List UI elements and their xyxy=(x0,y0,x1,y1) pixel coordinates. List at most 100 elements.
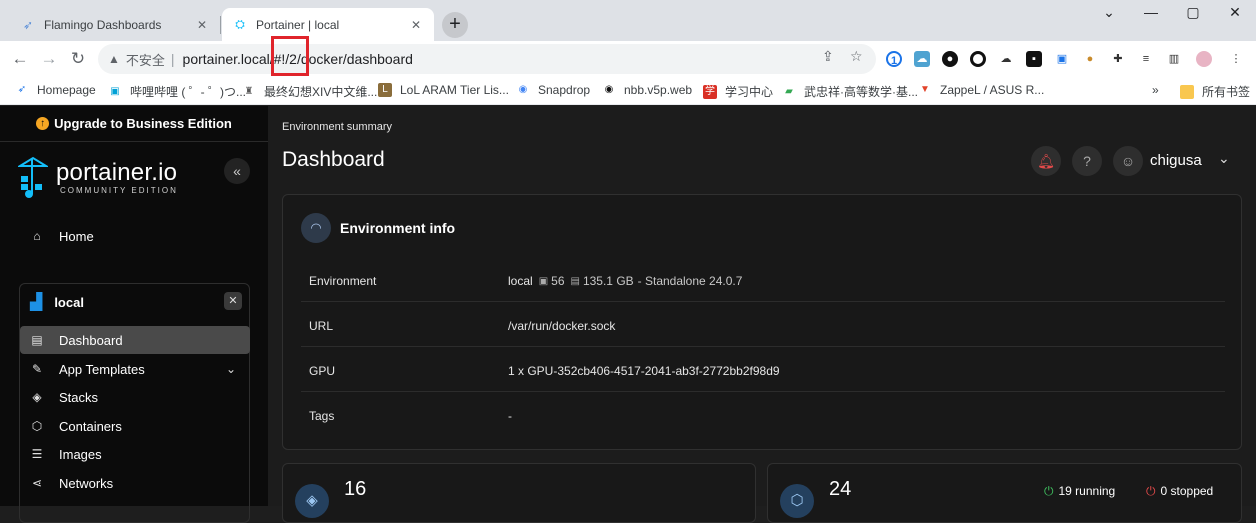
info-row-gpu: GPU 1 x GPU-352cb406-4517-2041-ab3f-2772… xyxy=(301,348,1225,392)
close-environment-button[interactable]: ✕ xyxy=(224,292,242,310)
bookmark-bilibili[interactable]: ▣ 哔哩哔哩 ( ゜- ゜)つ... xyxy=(108,83,246,100)
forward-icon[interactable]: → xyxy=(36,47,62,71)
containers-count: 24 xyxy=(829,478,852,500)
new-tab-button[interactable]: + xyxy=(442,12,468,38)
browser-tabstrip: ➶ Flamingo Dashboards ✕ ⛭ Portainer | lo… xyxy=(0,0,1256,41)
sidebar-item-containers[interactable]: ⬡ Containers xyxy=(20,412,250,440)
chevron-down-icon[interactable]: ⌄ xyxy=(1218,150,1230,167)
sidebar-item-label: Dashboard xyxy=(59,332,123,348)
dashboard-icon: ▤ xyxy=(31,333,43,347)
notification-bell-icon[interactable]: 🔔︎ xyxy=(1031,146,1061,176)
extension-circle-icon[interactable] xyxy=(970,51,986,67)
row-value: /var/run/docker.sock xyxy=(508,319,616,333)
collapse-sidebar-button[interactable]: « xyxy=(224,158,250,184)
omnibox-separator: | xyxy=(170,51,175,67)
row-label: URL xyxy=(309,319,334,333)
home-icon: ⌂ xyxy=(33,229,41,243)
upgrade-label: Upgrade to Business Edition xyxy=(54,116,232,131)
environment-detail: - Standalone 24.0.7 xyxy=(637,274,743,288)
close-icon[interactable]: ✕ xyxy=(408,17,424,33)
snapdrop-icon: ◉ xyxy=(518,84,528,95)
extension-github-icon[interactable]: ● xyxy=(942,51,958,67)
share-icon[interactable]: ⇪ xyxy=(822,48,834,65)
breadcrumb: Environment summary xyxy=(282,121,393,133)
cube-icon: ⬡ xyxy=(31,419,43,433)
bookmark-math[interactable]: ▰ 武忠祥·高等数学·基... xyxy=(782,83,918,100)
sidebar-item-label: Networks xyxy=(59,475,114,491)
more-bookmarks-button[interactable]: » xyxy=(1152,83,1159,97)
help-icon[interactable]: ? xyxy=(1072,146,1102,176)
bookmark-homepage[interactable]: ➶ Homepage xyxy=(15,83,96,97)
username[interactable]: chigusa xyxy=(1150,152,1202,169)
logo-text: portainer.io xyxy=(56,158,178,186)
containers-card[interactable]: ⬡ 24 ⏻ 19 running ⏻ 0 stopped xyxy=(767,463,1242,523)
memory-value: 135.1 GB xyxy=(582,274,634,288)
tab-search-icon[interactable]: ⌄ xyxy=(1088,4,1130,21)
extension-cookie-icon[interactable]: ● xyxy=(1082,51,1098,67)
rocket-icon: ➶ xyxy=(17,84,27,95)
row-value: - xyxy=(508,409,512,423)
stacks-card[interactable]: ◈ 16 xyxy=(282,463,756,523)
star-icon[interactable]: ☆ xyxy=(850,48,863,65)
upgrade-button[interactable]: ↑ Upgrade to Business Edition xyxy=(0,106,268,142)
menu-kebab-icon[interactable]: ⋮ xyxy=(1228,51,1244,67)
cube-icon: ⬡ xyxy=(780,484,814,518)
extensions-puzzle-icon[interactable]: ✚ xyxy=(1110,51,1126,67)
minimize-button[interactable]: — xyxy=(1130,4,1172,20)
sidebar-item-app-templates[interactable]: ✎ App Templates ⌄ xyxy=(20,355,250,383)
portainer-favicon-icon: ⛭ xyxy=(235,17,245,31)
extension-1password-icon[interactable]: 1 xyxy=(886,51,902,67)
tab-portainer[interactable]: ⛭ Portainer | local ✕ xyxy=(222,8,434,41)
back-icon[interactable]: ← xyxy=(7,47,33,71)
profile-avatar-icon[interactable] xyxy=(1196,51,1212,67)
close-window-button[interactable]: ✕ xyxy=(1214,4,1256,21)
bookmark-snapdrop[interactable]: ◉ Snapdrop xyxy=(516,83,590,97)
row-label: GPU xyxy=(309,364,336,378)
environment-value: local xyxy=(508,274,533,288)
extension-cloud-outline-icon[interactable]: ☁ xyxy=(998,51,1014,67)
bookmark-nbb[interactable]: ◉ nbb.v5p.web xyxy=(602,83,692,97)
extension-cloud-icon[interactable]: ☁ xyxy=(914,51,930,67)
bookmark-label: nbb.v5p.web xyxy=(624,83,693,97)
environment-name[interactable]: ▟ local xyxy=(30,292,84,312)
logo-subtitle: COMMUNITY EDITION xyxy=(60,185,178,195)
sidebar: ↑ Upgrade to Business Edition portainer.… xyxy=(0,106,268,523)
side-panel-icon[interactable]: ▥ xyxy=(1166,51,1182,67)
flamingo-icon: ➶ xyxy=(22,17,34,32)
sidebar-item-stacks[interactable]: ◈ Stacks xyxy=(20,383,250,411)
extension-screen-icon[interactable]: ▣ xyxy=(1054,51,1070,67)
environment-info-card: ◠ Environment info Environment local ▣ 5… xyxy=(282,194,1242,450)
row-value: local ▣ 56 ▤ 135.1 GB - Standalone 24.0.… xyxy=(508,274,742,288)
bookmark-label: Snapdrop xyxy=(538,83,591,97)
sidebar-item-label: Containers xyxy=(59,418,122,434)
bookmark-gitlab[interactable]: ▼ ZappeL / ASUS R... xyxy=(918,83,1044,97)
tab-flamingo[interactable]: ➶ Flamingo Dashboards ✕ xyxy=(10,8,220,41)
row-label: Environment xyxy=(309,274,377,288)
docker-whale-icon: ▟ xyxy=(30,294,43,311)
warning-icon: ▲ xyxy=(108,52,120,66)
bookmark-all[interactable]: 所有书签 xyxy=(1180,83,1250,100)
list-icon: ☰ xyxy=(31,447,43,461)
sidebar-item-dashboard[interactable]: ▤ Dashboard xyxy=(20,326,250,354)
maximize-button[interactable]: ▢ xyxy=(1172,4,1214,21)
bookmark-ffxiv[interactable]: ♜ 最终幻想XIV中文维... xyxy=(242,83,378,100)
gitlab-icon: ▼ xyxy=(920,84,930,95)
user-avatar-icon[interactable]: ☺ xyxy=(1113,146,1143,176)
row-label: Tags xyxy=(309,409,335,423)
running-status: ⏻ 19 running xyxy=(1044,484,1115,499)
memory-icon: ▤ xyxy=(570,275,580,287)
layers-icon: ◈ xyxy=(295,484,329,518)
sidebar-item-networks[interactable]: ⋖ Networks xyxy=(20,469,250,497)
media-queue-icon[interactable]: ≡ xyxy=(1138,51,1154,67)
reload-icon[interactable]: ↻ xyxy=(65,47,91,71)
page-title: Dashboard xyxy=(282,148,385,171)
bookmark-study[interactable]: 学学习中心 xyxy=(703,83,773,100)
extension-dark-icon[interactable]: ▪ xyxy=(1026,51,1042,67)
close-icon[interactable]: ✕ xyxy=(194,17,210,33)
address-bar[interactable]: ▲ 不安全 | portainer.local/#!/2/docker/dash… xyxy=(98,44,876,74)
cpu-icon: ▣ xyxy=(538,275,549,287)
sidebar-item-images[interactable]: ☰ Images xyxy=(20,440,250,468)
bookmark-lol[interactable]: L LoL ARAM Tier Lis... xyxy=(378,83,509,97)
portainer-logo[interactable]: portainer.io COMMUNITY EDITION xyxy=(18,156,178,198)
sidebar-item-home[interactable]: ⌂ Home xyxy=(20,222,250,250)
